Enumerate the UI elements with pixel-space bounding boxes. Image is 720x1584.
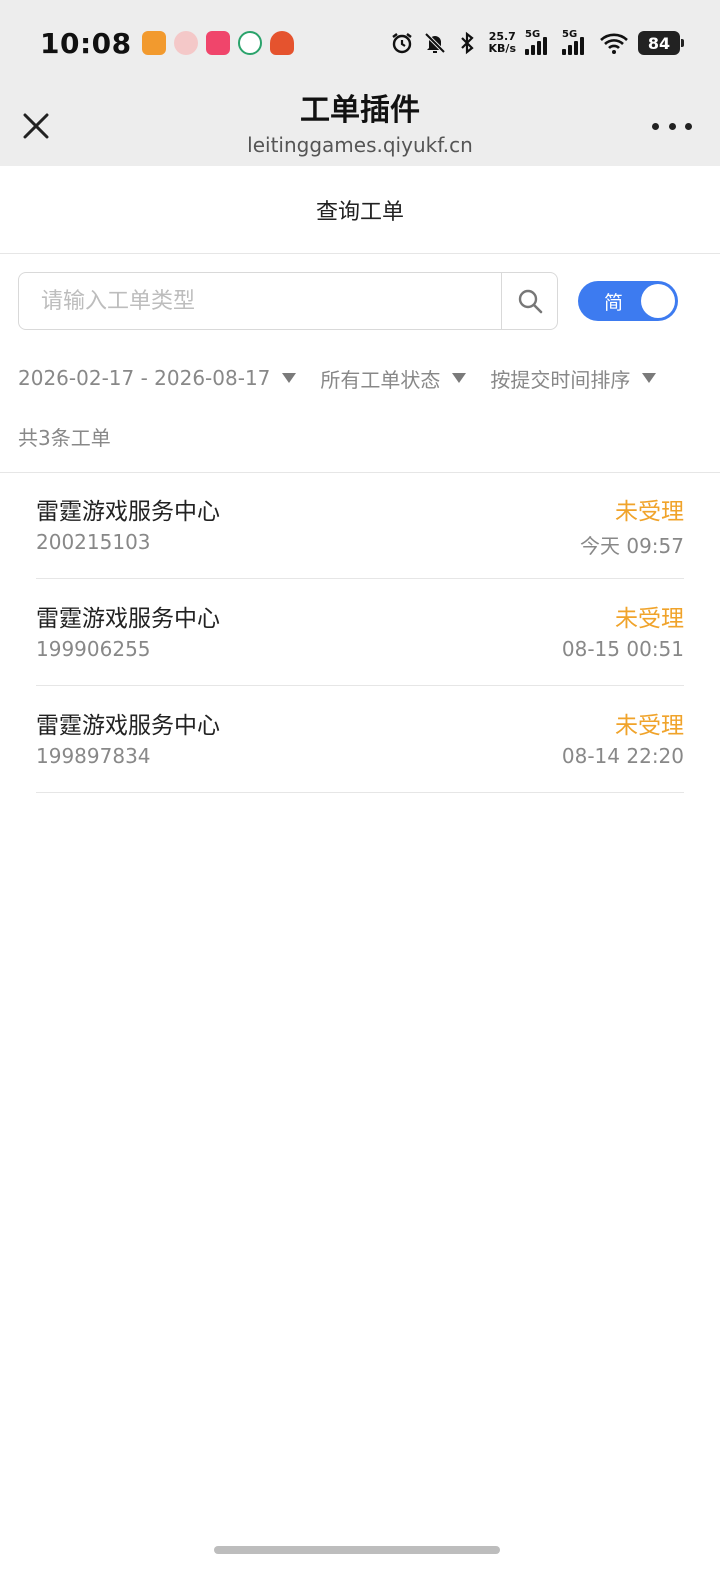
date-range-filter[interactable]: 2026-02-17 - 2026-08-17 (18, 366, 297, 390)
more-dot (685, 122, 692, 130)
toggle-knob (641, 284, 675, 318)
more-dot (652, 122, 659, 130)
ticket-row[interactable]: 雷霆游戏服务中心 200215103 未受理 今天 09:57 (0, 472, 720, 579)
date-range-label: 2026-02-17 - 2026-08-17 (18, 366, 271, 390)
ticket-id: 200215103 (36, 530, 151, 554)
bank-app-notification-icon (237, 31, 262, 55)
page-url: leitinggames.qiyukf.cn (247, 133, 473, 157)
app-notification-icon (141, 31, 166, 55)
ticket-count: 共3条工单 (18, 426, 111, 450)
system-status: 25.7 KB/s 5G 5G 84 (390, 29, 684, 55)
caret-down-icon (642, 373, 657, 383)
sort-filter-label: 按提交时间排序 (490, 367, 631, 392)
ticket-row-inner: 雷霆游戏服务中心 200215103 未受理 今天 09:57 (36, 472, 684, 579)
toggle-label: 简 (604, 291, 624, 314)
ticket-row[interactable]: 雷霆游戏服务中心 199897834 未受理 08-14 22:20 (0, 686, 720, 793)
ticket-time: 08-14 22:20 (561, 744, 684, 768)
browser-title-bar: 工单插件 leitinggames.qiyukf.cn (0, 86, 720, 166)
search-button[interactable] (501, 273, 557, 329)
ticket-name: 雷霆游戏服务中心 (36, 499, 220, 525)
status-filter[interactable]: 所有工单状态 (320, 364, 467, 393)
filter-bar: 2026-02-17 - 2026-08-17 所有工单状态 按提交时间排序 (18, 360, 702, 396)
page-title: 工单插件 (300, 93, 420, 128)
ticket-status: 未受理 (615, 606, 684, 632)
caret-down-icon (282, 373, 297, 383)
sort-filter[interactable]: 按提交时间排序 (490, 364, 657, 393)
more-dot (668, 122, 676, 130)
status-filter-label: 所有工单状态 (320, 367, 441, 392)
home-indicator[interactable] (214, 1546, 500, 1554)
ticket-id: 199897834 (36, 744, 151, 768)
page-header: 查询工单 (0, 166, 720, 254)
mute-bell-icon (423, 31, 447, 55)
network-speed: 25.7 KB/s (489, 31, 516, 55)
ticket-time: 08-15 00:51 (561, 637, 684, 661)
alarm-icon (390, 31, 414, 55)
bluetooth-icon (456, 31, 480, 55)
ticket-list: 雷霆游戏服务中心 200215103 未受理 今天 09:57 雷霆游戏服务中心… (0, 472, 720, 793)
signal-5g-1-icon: 5G (525, 29, 553, 55)
ticket-id: 199906255 (36, 637, 151, 661)
notification-icons (141, 31, 294, 55)
status-time: 10:08 (40, 26, 132, 60)
ticket-name: 雷霆游戏服务中心 (36, 713, 220, 739)
wifi-icon (599, 31, 629, 55)
title-wrap: 工单插件 leitinggames.qiyukf.cn (0, 92, 720, 160)
signal-2-label: 5G (562, 29, 578, 40)
ticket-status: 未受理 (615, 713, 684, 739)
ticket-row-inner: 雷霆游戏服务中心 199897834 未受理 08-14 22:20 (36, 686, 684, 793)
signal-5g-2-icon: 5G (562, 29, 590, 55)
search-input[interactable] (19, 273, 501, 329)
game-app-notification-icon (269, 31, 294, 55)
status-bar: 10:08 25.7 KB/s 5G 5G 84 (0, 0, 720, 86)
search-icon (518, 289, 542, 314)
search-row: 简 (18, 272, 702, 330)
battery-indicator: 84 (638, 31, 684, 55)
more-options-button[interactable] (652, 112, 692, 140)
avatar-notification-icon (173, 31, 198, 55)
video-app-notification-icon (205, 31, 230, 55)
search-box (18, 272, 558, 330)
simplified-toggle[interactable]: 简 (578, 281, 678, 321)
ticket-row-inner: 雷霆游戏服务中心 199906255 未受理 08-15 00:51 (36, 579, 684, 686)
ticket-row[interactable]: 雷霆游戏服务中心 199906255 未受理 08-15 00:51 (0, 579, 720, 686)
ticket-name: 雷霆游戏服务中心 (36, 606, 220, 632)
network-speed-unit: KB/s (488, 42, 516, 55)
caret-down-icon (452, 373, 467, 383)
ticket-time: 今天 09:57 (580, 534, 684, 558)
ticket-status: 未受理 (615, 499, 684, 525)
signal-1-label: 5G (525, 29, 541, 40)
